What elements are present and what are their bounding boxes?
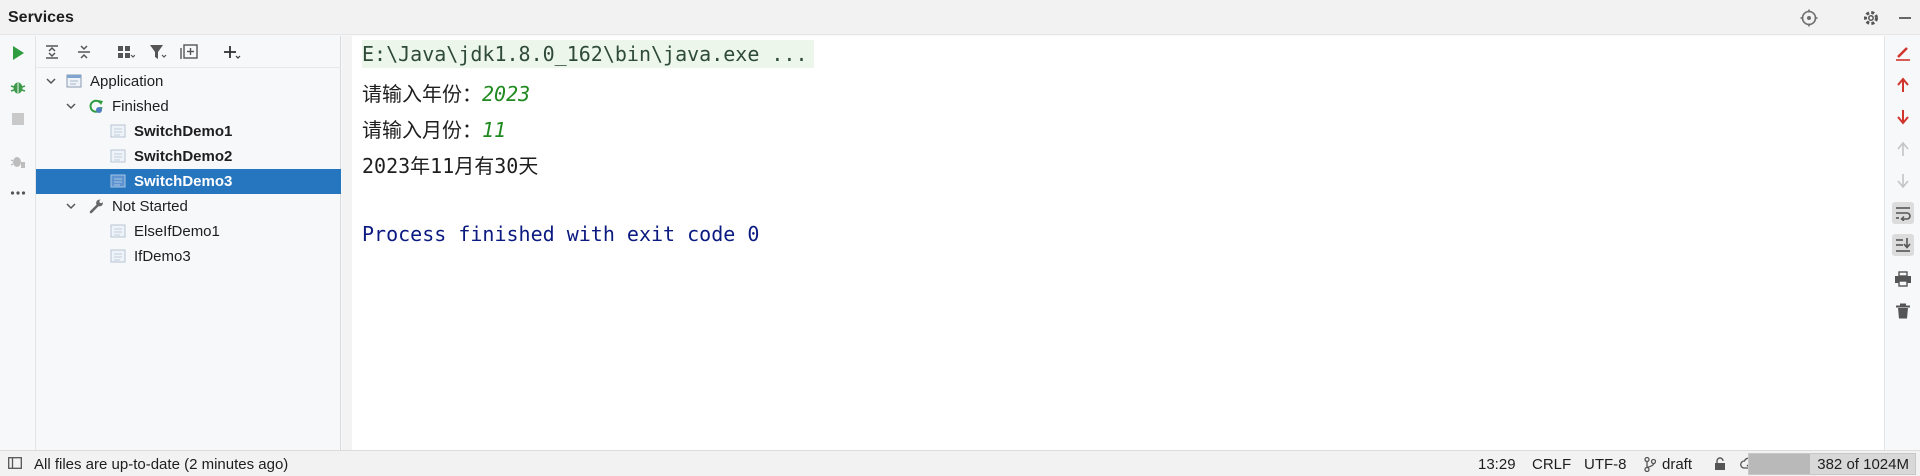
tree-item-label: Not Started	[112, 198, 188, 215]
run-config-icon	[110, 149, 126, 163]
stop-icon[interactable]	[7, 108, 29, 130]
wrench-icon	[89, 199, 103, 214]
tree-item-label: Finished	[112, 98, 169, 115]
more-icon[interactable]	[7, 182, 29, 204]
tree-item-switchdemo1[interactable]: SwitchDemo1	[36, 119, 341, 144]
status-message[interactable]: All files are up-to-date (2 minutes ago)	[34, 456, 288, 473]
arrow-up-red-icon[interactable]	[1892, 74, 1914, 96]
arrow-down-red-icon[interactable]	[1892, 106, 1914, 128]
trash-icon[interactable]	[1892, 300, 1914, 322]
console-output[interactable]: E:\Java\jdk1.8.0_162\bin\java.exe ... 请输…	[342, 36, 1884, 450]
run-config-icon	[110, 249, 126, 263]
left-toolbar	[0, 36, 36, 450]
arrow-down-icon[interactable]	[1892, 170, 1914, 192]
status-bar: All files are up-to-date (2 minutes ago)…	[0, 450, 1920, 476]
group-by-icon[interactable]	[115, 41, 137, 63]
attach-debugger-icon[interactable]	[7, 150, 29, 172]
clear-edit-icon[interactable]	[1892, 42, 1914, 64]
line-ending[interactable]: CRLF	[1532, 456, 1571, 473]
run-config-icon	[110, 174, 126, 188]
tree-item-label: Application	[90, 73, 164, 90]
memory-indicator[interactable]: 382 of 1024M	[1748, 453, 1916, 475]
chevron-down-icon[interactable]	[44, 74, 58, 88]
console-line-month: 请输入月份：11	[362, 114, 506, 143]
console-line-year: 请输入年份：2023	[362, 78, 530, 107]
file-encoding[interactable]: UTF-8	[1584, 456, 1627, 473]
right-toolbar	[1884, 36, 1920, 450]
title-actions	[1798, 7, 1920, 29]
console-input-year: 2023	[482, 82, 531, 106]
services-tree-panel: Application Finished SwitchDemo1 SwitchD…	[36, 36, 341, 450]
minimize-icon[interactable]	[1894, 7, 1916, 29]
add-service-icon[interactable]	[221, 41, 243, 63]
tree-item-finished[interactable]: Finished	[36, 94, 341, 119]
tree-item-ifdemo3[interactable]: IfDemo3	[36, 244, 341, 269]
soft-wrap-icon[interactable]	[1892, 202, 1914, 224]
scroll-to-end-icon[interactable]	[1892, 234, 1914, 256]
console-command[interactable]: E:\Java\jdk1.8.0_162\bin\java.exe ...	[362, 40, 814, 68]
git-branch[interactable]: draft	[1662, 456, 1692, 473]
new-tab-icon[interactable]	[178, 41, 200, 63]
tree-item-switchdemo2[interactable]: SwitchDemo2	[36, 144, 341, 169]
console-prompt-month: 请输入月份：	[362, 118, 482, 142]
gear-icon[interactable]	[1860, 7, 1882, 29]
expand-all-icon[interactable]	[41, 41, 63, 63]
collapse-all-icon[interactable]	[73, 41, 95, 63]
memory-label: 382 of 1024M	[1817, 456, 1909, 473]
console-finished: Process finished with exit code 0	[362, 222, 760, 246]
title-bar: Services	[0, 0, 1920, 35]
panel-toggle-icon[interactable]	[8, 457, 22, 469]
console-line-result: 2023年11月有30天	[362, 150, 538, 179]
run-config-icon	[110, 224, 126, 238]
rerun-icon	[89, 99, 103, 113]
tree-item-label: SwitchDemo2	[134, 148, 233, 165]
services-window: Services Application Finished SwitchDemo…	[0, 0, 1920, 476]
tree-item-label: SwitchDemo1	[134, 123, 233, 140]
chevron-down-icon[interactable]	[64, 199, 78, 213]
caret-position[interactable]: 13:29	[1478, 456, 1516, 473]
application-icon	[66, 74, 82, 88]
console-input-month: 11	[482, 118, 507, 142]
run-config-icon	[110, 124, 126, 138]
tree-item-not-started[interactable]: Not Started	[36, 194, 341, 219]
tree-item-label: IfDemo3	[134, 248, 191, 265]
console-line-finished: Process finished with exit code 0	[362, 222, 759, 246]
console-prompt-year: 请输入年份：	[362, 82, 482, 106]
tree-item-label: ElseIfDemo1	[134, 223, 220, 240]
tree-item-elseifdemo1[interactable]: ElseIfDemo1	[36, 219, 341, 244]
filter-icon[interactable]	[147, 41, 169, 63]
console-result: 2023年11月有30天	[362, 154, 539, 178]
target-icon[interactable]	[1798, 7, 1820, 29]
debug-icon[interactable]	[7, 76, 29, 98]
tree-toolbar	[36, 36, 341, 68]
lock-icon[interactable]	[1713, 457, 1727, 475]
run-icon[interactable]	[7, 42, 29, 64]
panel-title: Services	[8, 9, 74, 26]
arrow-up-icon[interactable]	[1892, 138, 1914, 160]
tree-item-label: SwitchDemo3	[134, 173, 233, 190]
tree-item-switchdemo3[interactable]: SwitchDemo3	[36, 169, 341, 194]
print-icon[interactable]	[1892, 268, 1914, 290]
chevron-down-icon[interactable]	[64, 99, 78, 113]
tree-item-application[interactable]: Application	[36, 69, 341, 94]
git-branch-icon	[1644, 456, 1657, 476]
console-command-line: E:\Java\jdk1.8.0_162\bin\java.exe ...	[362, 40, 814, 68]
